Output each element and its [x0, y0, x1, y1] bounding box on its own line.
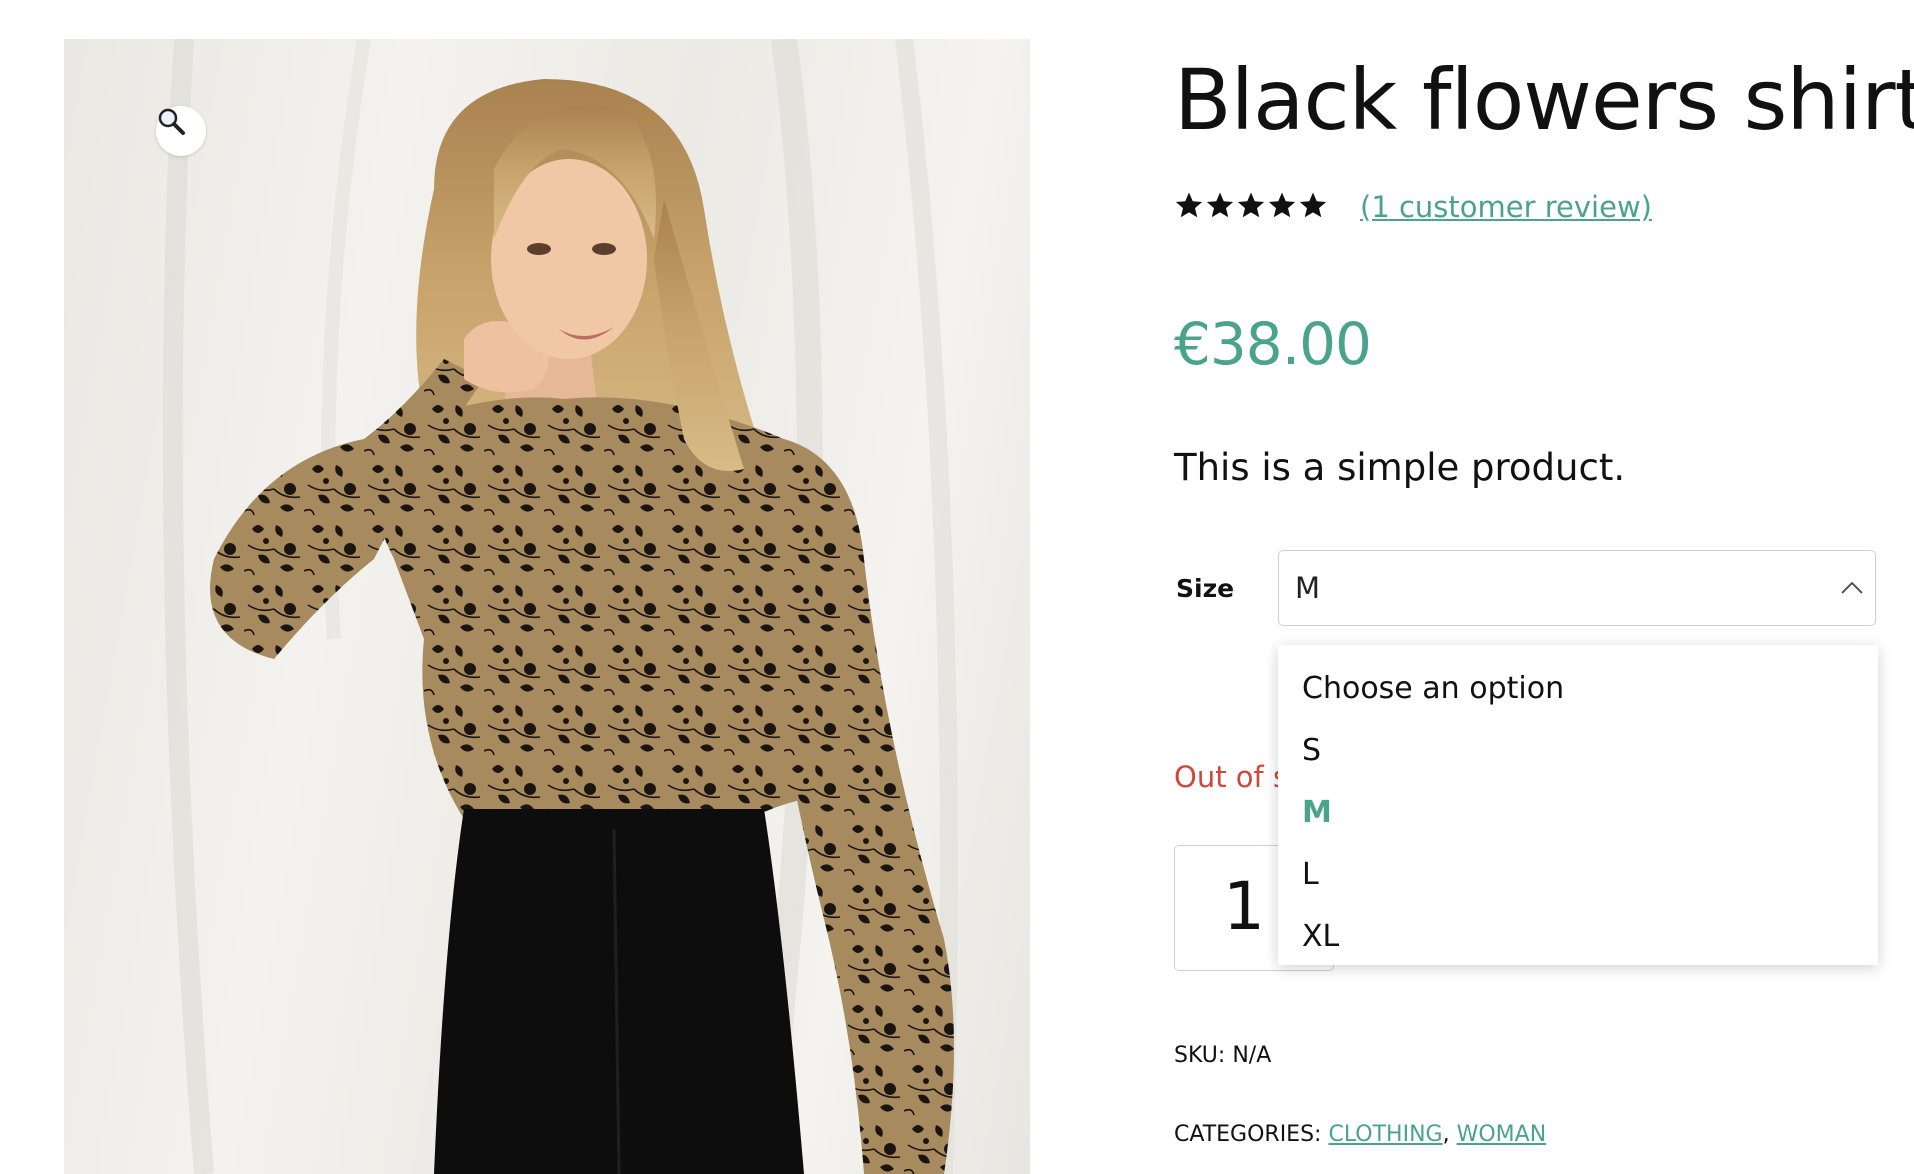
short-description: This is a simple product.	[1174, 446, 1626, 489]
star-icon	[1175, 192, 1203, 218]
product-price: €38.00	[1174, 310, 1372, 378]
product-sku: SKU: N/A	[1174, 1043, 1271, 1068]
sku-label: SKU:	[1174, 1043, 1226, 1068]
size-option-xl[interactable]: XL	[1302, 919, 1339, 954]
size-option-l[interactable]: L	[1302, 857, 1319, 892]
quantity-value: 1	[1223, 868, 1265, 945]
category-separator: ,	[1442, 1122, 1450, 1147]
category-link-clothing[interactable]: CLOTHING	[1328, 1122, 1442, 1147]
product-photo	[162, 39, 958, 1174]
size-select-value: M	[1295, 571, 1321, 605]
category-link-woman[interactable]: WOMAN	[1457, 1122, 1547, 1147]
size-option-choose[interactable]: Choose an option	[1302, 671, 1564, 706]
size-select[interactable]: M	[1278, 550, 1876, 626]
size-label: Size	[1176, 574, 1235, 603]
star-icon	[1268, 192, 1296, 218]
product-image[interactable]	[64, 39, 1030, 1174]
star-icon	[1299, 192, 1327, 218]
product-categories: CATEGORIES: CLOTHING, WOMAN	[1174, 1122, 1546, 1147]
categories-label: CATEGORIES:	[1174, 1122, 1322, 1147]
star-rating	[1174, 190, 1328, 220]
sku-value: N/A	[1232, 1043, 1272, 1068]
chevron-up-icon	[1841, 581, 1863, 594]
size-option-m[interactable]: M	[1302, 795, 1332, 830]
customer-review-link[interactable]: (1 customer review)	[1360, 190, 1652, 224]
size-dropdown-list[interactable]: Choose an option S M L XL	[1278, 645, 1878, 965]
magnifier-icon	[158, 108, 185, 135]
zoom-button[interactable]	[156, 106, 206, 156]
star-icon	[1237, 192, 1265, 218]
star-icon	[1206, 192, 1234, 218]
rating-stars	[1174, 190, 1328, 220]
product-page: Black flowers shirt (1 customer review) …	[0, 0, 1914, 1174]
product-title: Black flowers shirt	[1174, 51, 1914, 149]
size-option-s[interactable]: S	[1302, 733, 1321, 768]
